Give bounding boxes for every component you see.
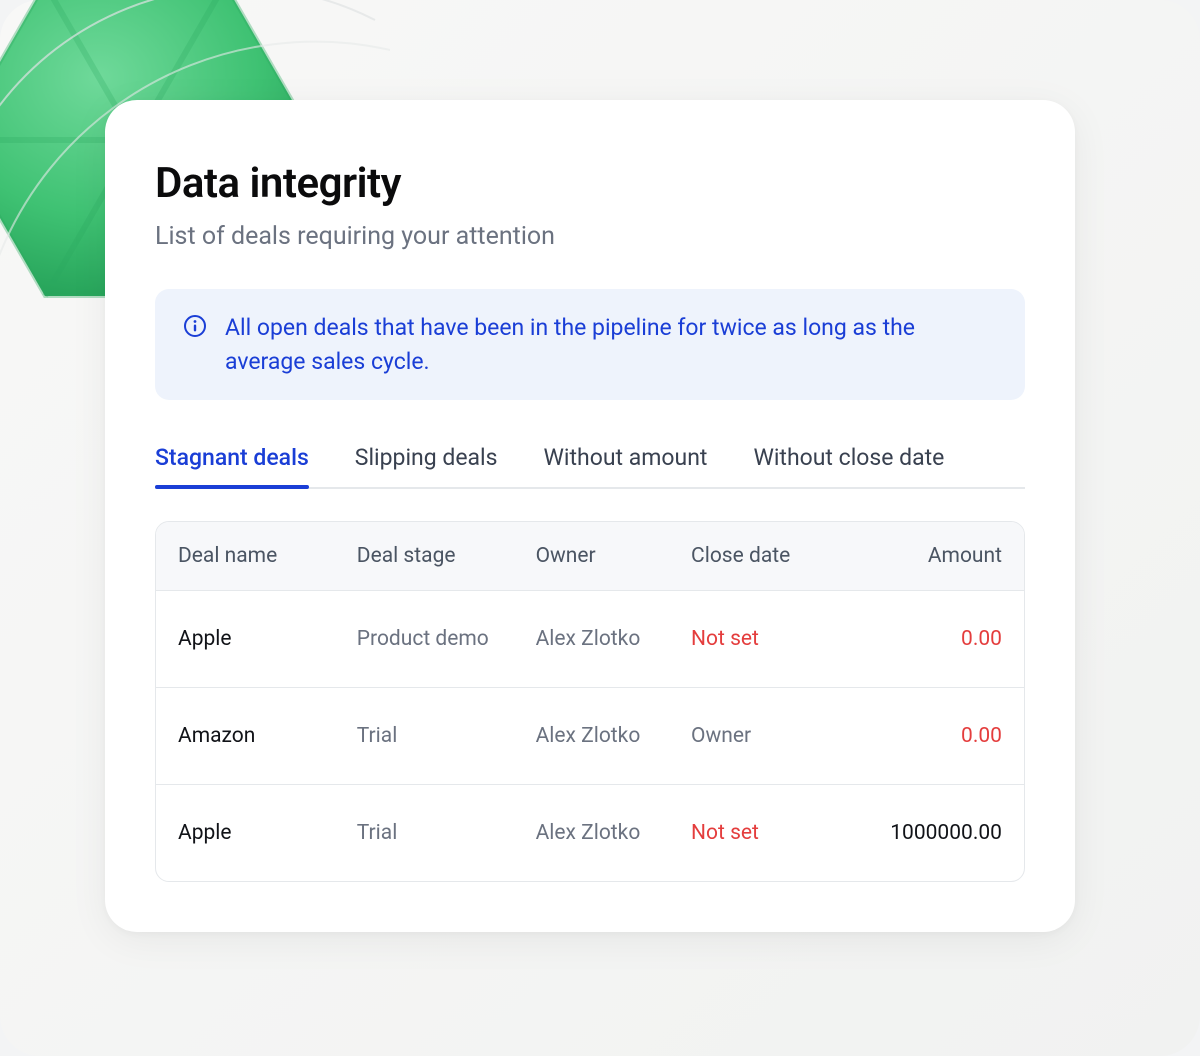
info-icon xyxy=(183,314,207,342)
page-title: Data integrity xyxy=(155,160,1025,208)
table-row[interactable]: Apple Trial Alex Zlotko Not set 1000000.… xyxy=(156,785,1024,881)
data-integrity-card: Data integrity List of deals requiring y… xyxy=(105,100,1075,932)
deals-table: Deal name Deal stage Owner Close date Am… xyxy=(155,521,1025,882)
info-banner: All open deals that have been in the pip… xyxy=(155,289,1025,400)
cell-owner: Alex Zlotko xyxy=(536,821,691,845)
cell-close-date: Not set xyxy=(691,821,846,845)
cell-amount: 1000000.00 xyxy=(847,821,1002,845)
tab-slipping-deals[interactable]: Slipping deals xyxy=(355,444,498,489)
col-close-date: Close date xyxy=(691,544,846,568)
tab-stagnant-deals[interactable]: Stagnant deals xyxy=(155,444,309,489)
tab-without-amount[interactable]: Without amount xyxy=(544,444,708,489)
page-subtitle: List of deals requiring your attention xyxy=(155,222,1025,251)
col-owner: Owner xyxy=(536,544,691,568)
cell-deal-stage: Trial xyxy=(357,821,536,845)
col-deal-name: Deal name xyxy=(178,544,357,568)
cell-deal-stage: Product demo xyxy=(357,627,536,651)
cell-owner: Alex Zlotko xyxy=(536,724,691,748)
table-row[interactable]: Amazon Trial Alex Zlotko Owner 0.00 xyxy=(156,688,1024,785)
cell-deal-name: Amazon xyxy=(178,724,357,748)
cell-deal-name: Apple xyxy=(178,821,357,845)
col-deal-stage: Deal stage xyxy=(357,544,536,568)
tab-without-close-date[interactable]: Without close date xyxy=(753,444,944,489)
table-header-row: Deal name Deal stage Owner Close date Am… xyxy=(156,522,1024,591)
info-banner-text: All open deals that have been in the pip… xyxy=(225,311,997,378)
cell-owner: Alex Zlotko xyxy=(536,627,691,651)
cell-deal-stage: Trial xyxy=(357,724,536,748)
col-amount: Amount xyxy=(847,544,1002,568)
table-row[interactable]: Apple Product demo Alex Zlotko Not set 0… xyxy=(156,591,1024,688)
cell-amount: 0.00 xyxy=(847,627,1002,651)
cell-close-date: Not set xyxy=(691,627,846,651)
cell-close-date: Owner xyxy=(691,724,846,748)
cell-deal-name: Apple xyxy=(178,627,357,651)
tabs-bar: Stagnant deals Slipping deals Without am… xyxy=(155,442,1025,489)
cell-amount: 0.00 xyxy=(847,724,1002,748)
